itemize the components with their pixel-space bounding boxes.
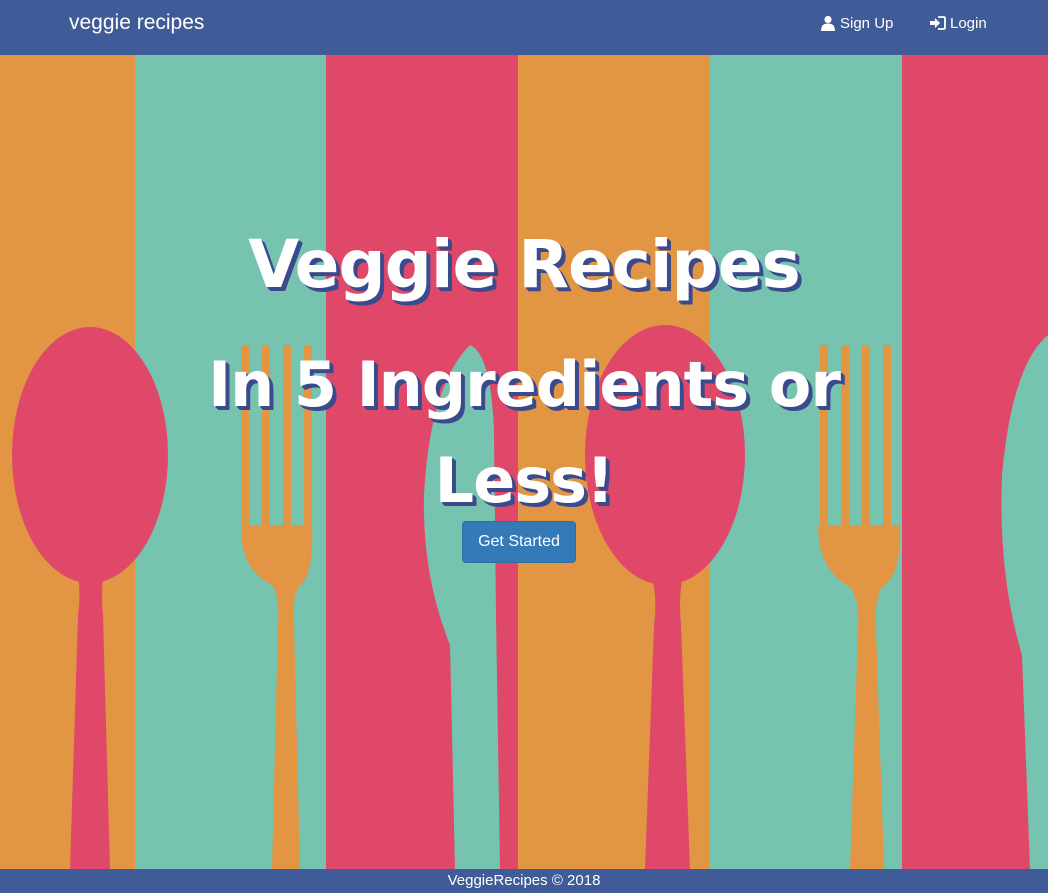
footer: VeggieRecipes © 2018 [0, 869, 1048, 893]
brand-link[interactable]: veggie recipes [69, 10, 204, 36]
hero-title-line2: In 5 Ingredients or Less! [208, 348, 841, 517]
get-started-button[interactable]: Get Started [462, 521, 576, 563]
footer-copyright: VeggieRecipes © 2018 [447, 872, 601, 889]
nav-signup-label: Sign Up [840, 14, 894, 32]
nav-signup-link[interactable]: Sign Up [820, 13, 893, 33]
navbar: veggie recipes Sign Up Login [0, 0, 1048, 55]
login-icon [930, 16, 946, 30]
nav-login-label: Login [950, 14, 987, 32]
hero-title-line1: Veggie Recipes [248, 226, 801, 303]
hero-section: Veggie Recipes In 5 Ingredients or Less!… [0, 55, 1048, 869]
user-icon [821, 15, 835, 31]
nav-login-link[interactable]: Login [929, 13, 987, 33]
